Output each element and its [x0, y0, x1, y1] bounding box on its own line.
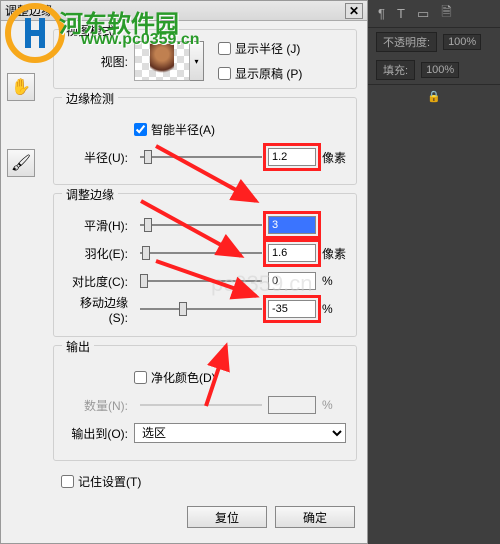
contrast-unit: % — [322, 274, 346, 288]
group-adjust-edge: 调整边缘 平滑(H): 羽化(E): 像素 对比度(C): % 移动边缘(S): — [53, 193, 357, 337]
dialog-buttons: 复位 确定 — [1, 500, 367, 534]
smooth-input[interactable] — [268, 216, 316, 234]
radius-unit: 像素 — [322, 149, 346, 166]
amount-unit: % — [322, 398, 346, 412]
opacity-value[interactable]: 100% — [443, 34, 481, 50]
group-adjust-title: 调整边缘 — [62, 186, 118, 203]
feather-unit: 像素 — [322, 245, 346, 262]
paragraph-icon[interactable]: ¶ — [378, 6, 385, 21]
feather-slider[interactable] — [140, 244, 262, 262]
feather-label: 羽化(E): — [64, 245, 128, 262]
decontaminate-checkbox[interactable] — [134, 371, 147, 384]
show-original-label: 显示原稿 (P) — [235, 65, 302, 82]
close-icon: ✕ — [349, 4, 359, 18]
fill-value[interactable]: 100% — [421, 62, 459, 78]
show-radius-label: 显示半径 (J) — [235, 40, 300, 57]
shift-unit: % — [322, 302, 346, 316]
brush-tool-icon[interactable]: 🖌 — [7, 149, 35, 177]
smart-radius-label: 智能半径(A) — [151, 121, 215, 138]
contrast-slider[interactable] — [140, 272, 262, 290]
show-original-checkbox[interactable] — [218, 67, 231, 80]
output-to-select[interactable]: 选区 — [134, 423, 346, 443]
type-icon[interactable]: T — [397, 6, 405, 21]
remember-label: 记住设置(T) — [78, 473, 141, 490]
group-output: 输出 净化颜色(D) 数量(N): % 输出到(O): 选区 — [53, 345, 357, 461]
ok-button[interactable]: 确定 — [275, 506, 355, 528]
right-toolbar: ¶ T ▭ 🗎 — [368, 0, 500, 28]
smooth-slider[interactable] — [140, 216, 262, 234]
contrast-label: 对比度(C): — [64, 273, 128, 290]
chevron-down-icon: ▾ — [194, 57, 198, 66]
group-output-title: 输出 — [62, 338, 94, 355]
right-panel: ¶ T ▭ 🗎 不透明度: 100% 填充: 100% 🔒 — [368, 0, 500, 544]
shift-input[interactable] — [268, 300, 316, 318]
file-icon[interactable]: 🗎 — [441, 3, 451, 25]
radius-input[interactable] — [268, 148, 316, 166]
hand-tool-icon[interactable]: ✋ — [7, 73, 35, 101]
group-edge-detection: 边缘检测 智能半径(A) 半径(U): 像素 — [53, 97, 357, 185]
amount-input — [268, 396, 316, 414]
contrast-input[interactable] — [268, 272, 316, 290]
decontaminate-label: 净化颜色(D) — [151, 369, 216, 386]
group-edge-title: 边缘检测 — [62, 90, 118, 107]
show-radius-checkbox[interactable] — [218, 42, 231, 55]
remember-checkbox[interactable] — [61, 475, 74, 488]
rect-icon[interactable]: ▭ — [417, 6, 429, 22]
watermark-logo-icon — [5, 3, 65, 63]
radius-label: 半径(U): — [64, 149, 128, 166]
amount-slider — [140, 396, 262, 414]
close-button[interactable]: ✕ — [345, 3, 363, 19]
lock-row: 🔒 — [368, 84, 500, 108]
radius-slider[interactable] — [140, 148, 262, 166]
lock-icon[interactable]: 🔒 — [427, 90, 441, 103]
output-to-label: 输出到(O): — [64, 425, 128, 442]
shift-slider[interactable] — [140, 300, 262, 318]
view-label: 视图: — [64, 53, 128, 70]
refine-edge-dialog: 调整边缘 ✕ 河东软件园 www.pc0359.cn pc0359.cn ✋ 🖌… — [0, 0, 368, 544]
smart-radius-checkbox[interactable] — [134, 123, 147, 136]
fill-label: 填充: — [376, 60, 415, 80]
smooth-label: 平滑(H): — [64, 217, 128, 234]
reset-button[interactable]: 复位 — [187, 506, 267, 528]
opacity-label: 不透明度: — [376, 32, 437, 52]
shift-label: 移动边缘(S): — [64, 294, 128, 325]
amount-label: 数量(N): — [64, 397, 128, 414]
feather-input[interactable] — [268, 244, 316, 262]
watermark-url: www.pc0359.cn — [81, 31, 200, 49]
